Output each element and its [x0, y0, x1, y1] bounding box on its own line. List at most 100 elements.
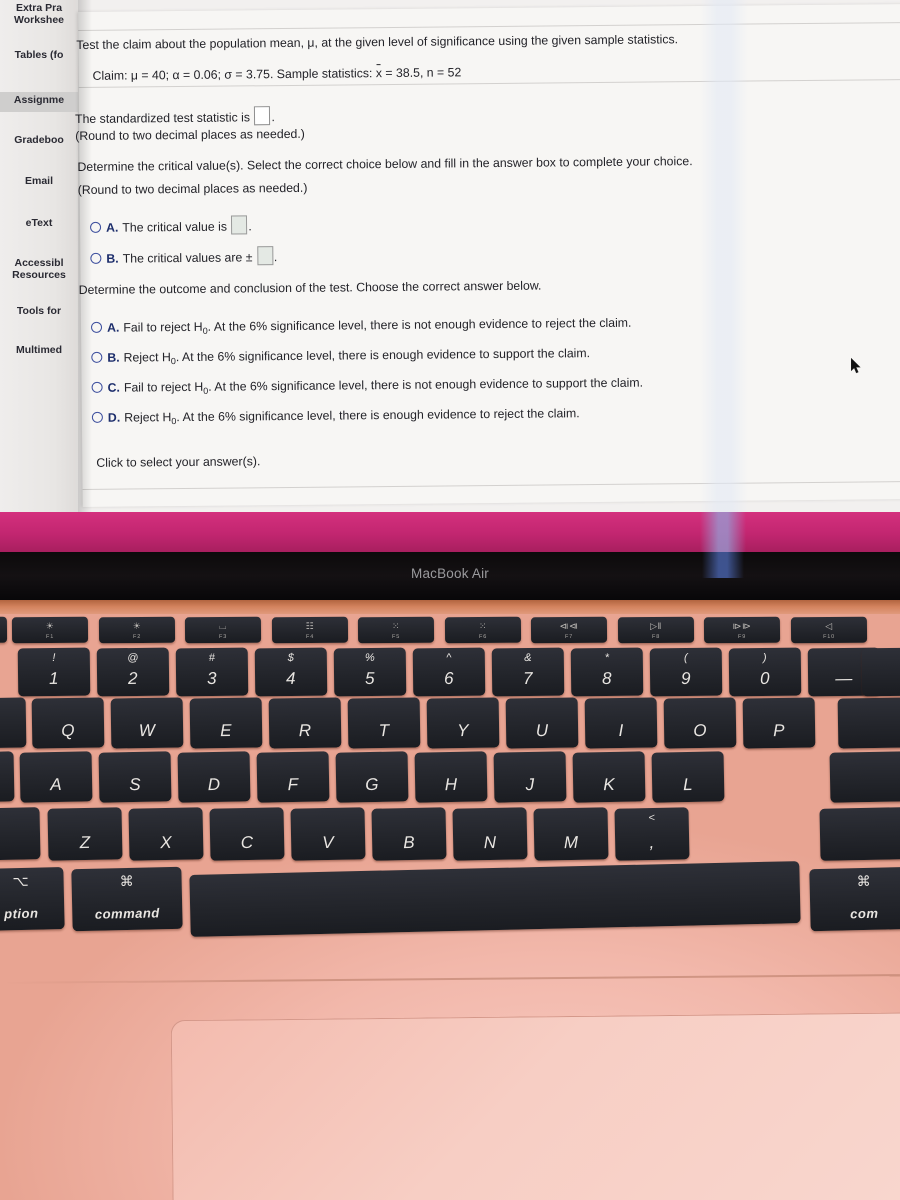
key-0[interactable]: ) 0 — [728, 647, 802, 697]
key-5[interactable]: % 5 — [333, 647, 407, 697]
key-shift-left[interactable] — [0, 807, 41, 861]
key-x[interactable]: X — [128, 807, 204, 861]
sidebar-item-tools-for[interactable]: Tools for — [0, 306, 78, 322]
sidebar-item-email[interactable]: Email — [0, 176, 78, 192]
key-v[interactable]: V — [290, 807, 366, 861]
key-equals[interactable] — [861, 647, 900, 697]
outcome-choice-c[interactable]: C. Fail to reject H0. At the 6% significa… — [91, 375, 644, 400]
key-w[interactable]: W — [110, 697, 184, 749]
key-f5[interactable]: ⁙ F5 — [357, 616, 435, 644]
key-b[interactable]: B — [371, 807, 447, 861]
key-return[interactable] — [829, 751, 900, 803]
key-3[interactable]: #3 — [175, 647, 249, 697]
key-r[interactable]: R — [268, 697, 342, 749]
key-c[interactable]: C — [209, 807, 285, 861]
sidebar-item-etext[interactable]: eText — [0, 218, 78, 234]
key-n[interactable]: N — [452, 807, 528, 861]
outcome-choice-a[interactable]: A. Fail to reject H0. At the 6% significa… — [90, 315, 632, 340]
key-a[interactable]: A — [19, 751, 93, 803]
key-8[interactable]: * 8 — [570, 647, 644, 697]
key-primary-label: U — [535, 720, 549, 741]
key-9[interactable]: (9 — [649, 647, 723, 697]
key-primary-label: L — [682, 774, 694, 795]
key-g[interactable]: G — [335, 751, 409, 803]
key-primary-label: Y — [457, 720, 470, 741]
key-t[interactable]: T — [347, 697, 421, 749]
key-2[interactable]: @2 — [96, 647, 170, 697]
test-statistic-line: The standardized test statistic is . — [75, 106, 275, 127]
critical-value-input-b[interactable] — [256, 246, 273, 266]
critical-choice-b[interactable]: B. The critical values are ± . — [90, 246, 277, 267]
key-y[interactable]: Y — [426, 697, 500, 749]
radio-button-icon[interactable] — [91, 381, 103, 393]
radio-button-icon[interactable] — [91, 351, 103, 363]
course-sidebar[interactable]: Extra Pra Workshee Tables (fo Assignme G… — [0, 0, 78, 512]
command-symbol-icon: ⌘ — [856, 872, 871, 890]
key-bracket-right[interactable] — [837, 697, 900, 749]
key-o[interactable]: O — [663, 697, 737, 749]
key-f9[interactable]: ⧐⧐ F9 — [703, 616, 781, 644]
key-7[interactable]: & 7 — [491, 647, 565, 697]
outcome-choice-d[interactable]: D. Reject H0. At the 6% significance leve… — [91, 405, 580, 430]
key-1[interactable]: ! 1 — [17, 647, 91, 697]
key-option[interactable]: ⌥ ption — [0, 867, 65, 931]
sidebar-item-gradebook[interactable]: Gradeboo — [0, 135, 78, 151]
test-statistic-input[interactable] — [254, 106, 271, 126]
key-primary-label: S — [129, 774, 142, 795]
x-bar-symbol: x — [375, 66, 383, 81]
key-primary-label: K — [603, 774, 616, 795]
key-m[interactable]: M — [533, 807, 609, 861]
critical-value-input-a[interactable] — [231, 215, 248, 235]
sidebar-item-extra-practice[interactable]: Extra Pra Workshee — [0, 2, 78, 30]
outcome-choice-b[interactable]: B. Reject H0. At the 6% significance leve… — [91, 345, 590, 370]
key-p[interactable]: P — [742, 697, 816, 749]
key-caps-lock[interactable] — [0, 751, 15, 803]
key-command-left[interactable]: ⌘ command — [71, 866, 183, 932]
key-f8[interactable]: ▷‖ F8 — [617, 616, 694, 644]
key-escape[interactable] — [0, 616, 8, 644]
key-shift-right[interactable] — [819, 807, 900, 861]
radio-button-icon[interactable] — [90, 321, 103, 333]
key-u[interactable]: U — [505, 697, 579, 749]
key-d[interactable]: D — [177, 751, 251, 803]
key-h[interactable]: H — [414, 751, 488, 803]
sidebar-item-assignments[interactable]: Assignme — [0, 92, 78, 112]
key-f3[interactable]: ⌴ F3 — [184, 616, 262, 644]
key-f6[interactable]: ⁙ F6 — [444, 616, 521, 644]
key-comma[interactable]: <, — [614, 807, 690, 861]
choice-letter: C. — [107, 380, 120, 395]
radio-button-icon[interactable] — [91, 411, 103, 423]
key-s[interactable]: S — [98, 751, 172, 803]
key-z[interactable]: Z — [47, 807, 123, 861]
key-shift-label: % — [364, 651, 375, 664]
trackpad[interactable] — [170, 1011, 900, 1200]
key-f2[interactable]: ☀ F2 — [98, 616, 175, 644]
key-spacebar[interactable] — [189, 861, 801, 937]
key-i[interactable]: I — [584, 697, 658, 749]
sidebar-item-multimedia[interactable]: Multimed — [0, 345, 78, 361]
key-6[interactable]: ^ 6 — [412, 647, 486, 697]
key-f[interactable]: F — [256, 751, 330, 803]
key-command-right[interactable]: ⌘ com — [809, 866, 900, 932]
key-f10[interactable]: ◁ F10 — [790, 616, 867, 644]
key-l[interactable]: L — [651, 751, 725, 803]
key-f7[interactable]: ⧏⧏ F7 — [530, 616, 608, 644]
choice-text-rest: . At the 6% significance level, there is… — [176, 406, 580, 425]
key-4[interactable]: $4 — [254, 647, 328, 697]
key-f4[interactable]: ☷ F4 — [271, 616, 348, 644]
key-k[interactable]: K — [572, 751, 646, 803]
keyboard[interactable]: ☀ F1 ☀ F2 ⌴ F3 ☷ F4 ⁙ F5 ⁙ F6 ⧏⧏ F7 ▷‖ F8 ⧐⧐ F9 ◁ F10 ! 1 @2 #3… — [0, 600, 900, 975]
key-primary-label: 6 — [443, 669, 455, 689]
key-e[interactable]: E — [189, 697, 263, 749]
choice-text: Fail to reject H — [123, 319, 203, 335]
sidebar-item-accessibility-resources[interactable]: Accessibl Resources — [0, 258, 78, 286]
key-shift-label: ^ — [446, 651, 452, 664]
key-q[interactable]: Q — [31, 697, 105, 749]
key-f1[interactable]: ☀ F1 — [11, 616, 89, 644]
critical-choice-a[interactable]: A. The critical value is . — [90, 215, 252, 236]
key-j[interactable]: J — [493, 751, 567, 803]
divider-top — [78, 22, 900, 31]
choice-text: The critical values are ± — [122, 250, 253, 266]
sidebar-item-tables[interactable]: Tables (fo — [0, 50, 78, 66]
key-tab[interactable] — [0, 697, 27, 749]
